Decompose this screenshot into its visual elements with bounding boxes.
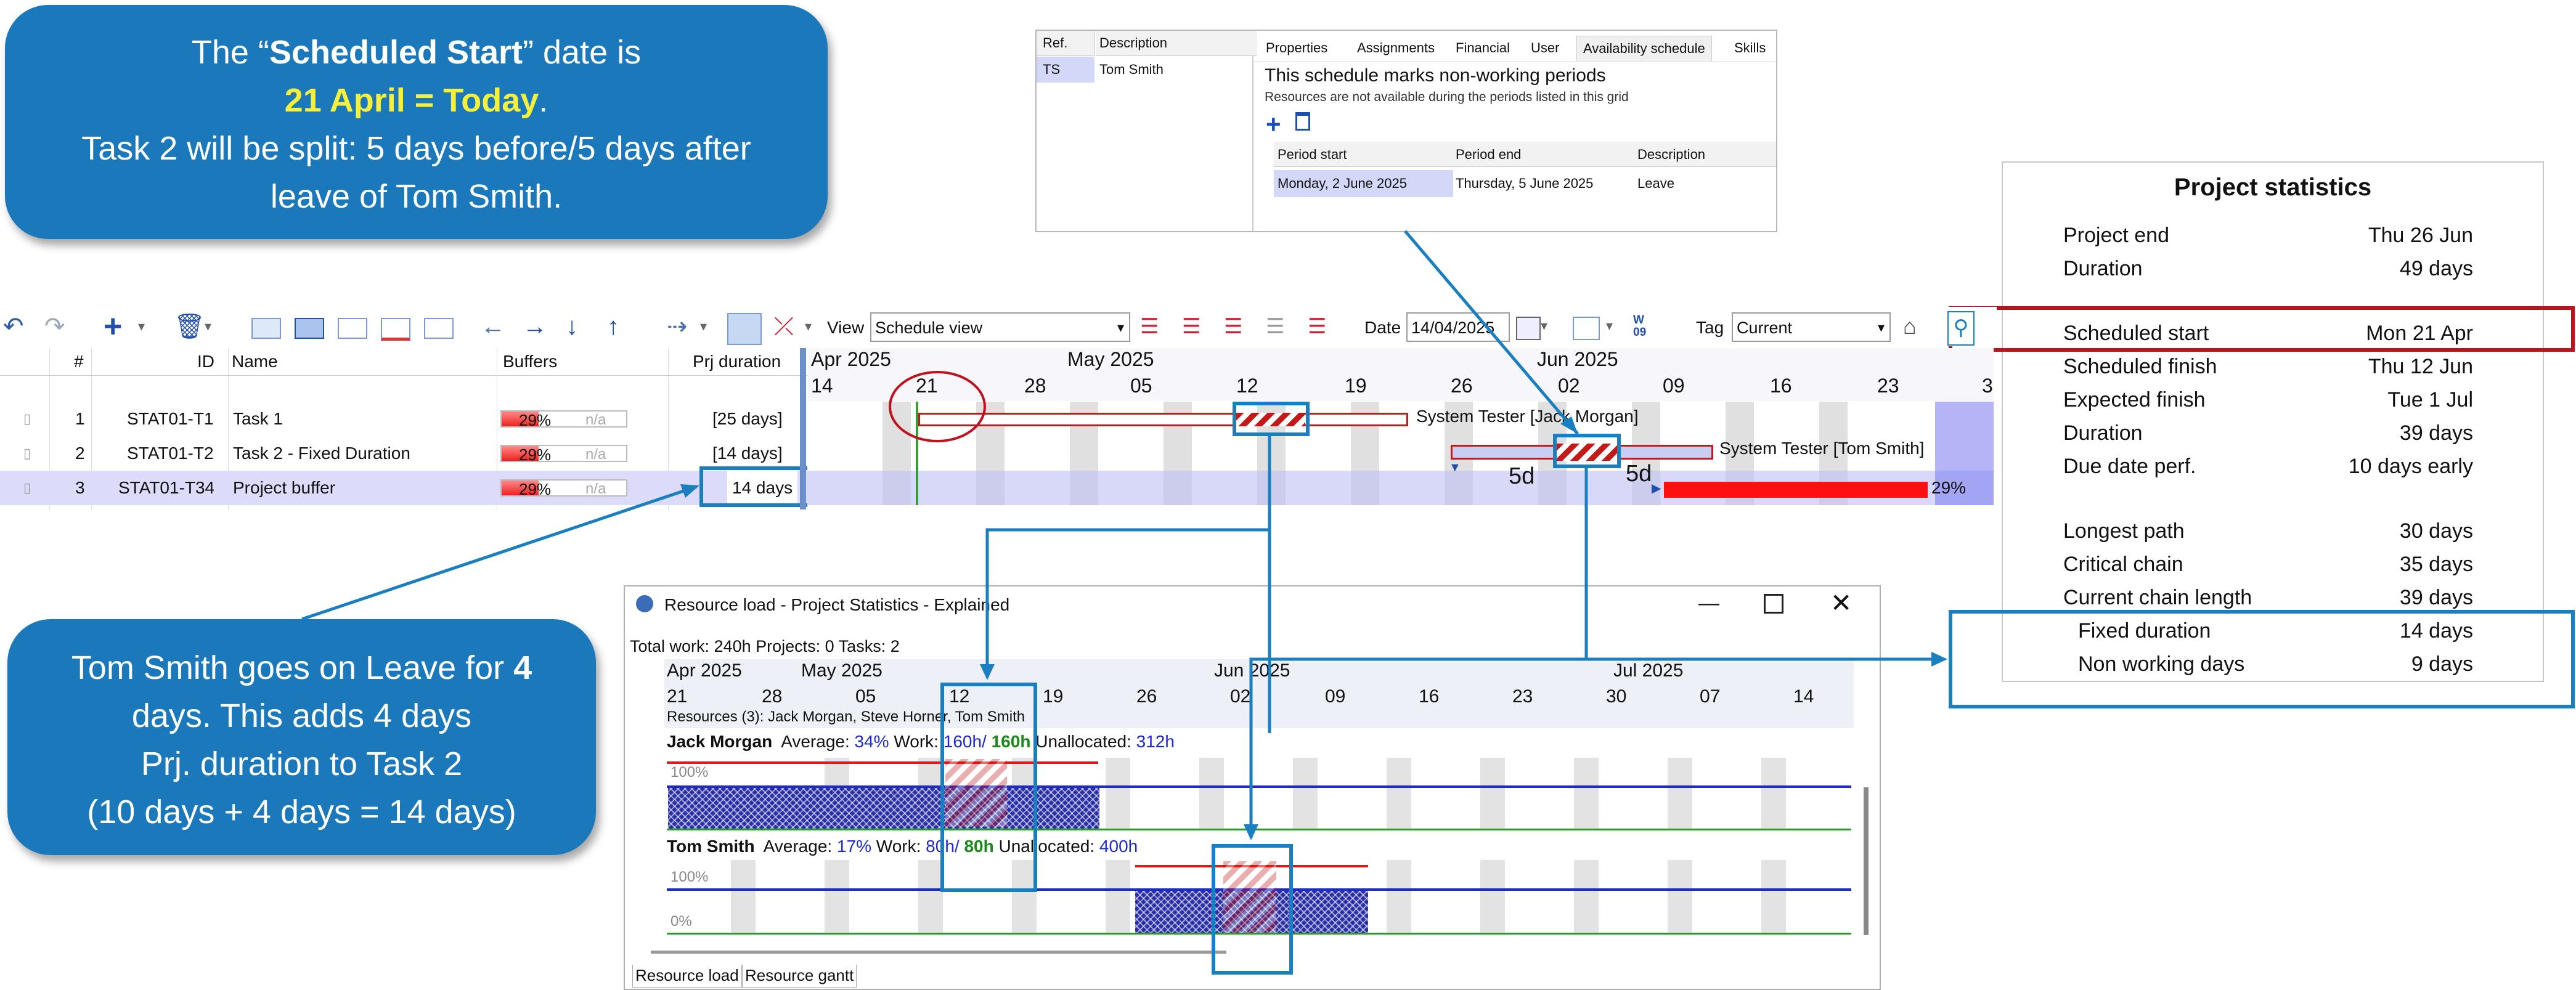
arrowhead xyxy=(1560,416,1578,434)
arrowhead xyxy=(1244,824,1258,840)
connector-line xyxy=(301,485,697,621)
connector-line xyxy=(1249,657,1586,838)
connector-line xyxy=(985,436,1271,678)
arrowhead xyxy=(1931,652,1947,667)
connector-lines xyxy=(301,230,1947,840)
arrowhead xyxy=(980,664,995,680)
connector-line xyxy=(1404,230,1579,435)
arrowhead xyxy=(680,484,699,498)
connector-line xyxy=(1584,468,1941,661)
